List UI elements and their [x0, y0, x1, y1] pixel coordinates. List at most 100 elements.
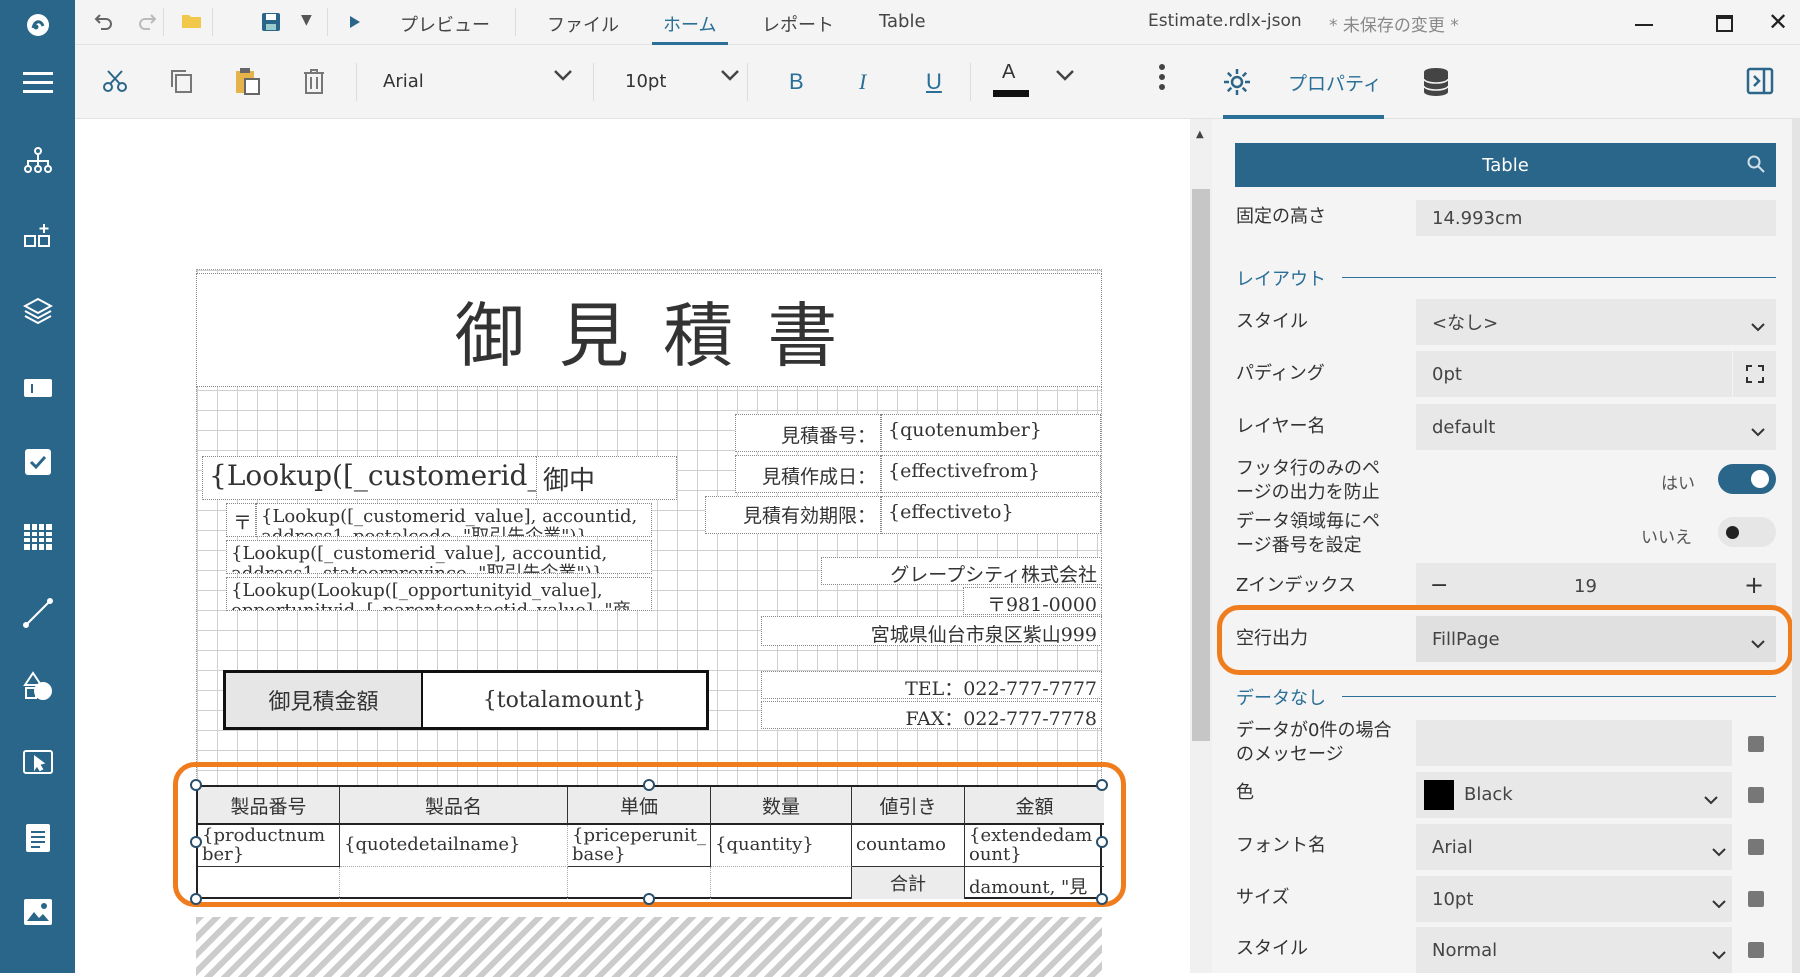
undo-icon[interactable]	[93, 12, 113, 34]
textbox-icon[interactable]	[18, 368, 58, 408]
cut-icon[interactable]	[95, 61, 135, 101]
company-name[interactable]: グレープシティ株式会社	[821, 557, 1102, 585]
line-icon[interactable]	[18, 593, 58, 633]
table-detail-cell[interactable]: {quantity}	[711, 825, 852, 867]
table-header-cell[interactable]: 値引き	[852, 787, 965, 825]
color-select[interactable]: Black	[1416, 772, 1732, 818]
decrement-button[interactable]: −	[1430, 573, 1448, 598]
reset-checkbox[interactable]	[1748, 942, 1764, 958]
table-detail-cell[interactable]: countamo	[852, 825, 965, 867]
quote-number-field[interactable]: {quotenumber}	[881, 414, 1101, 452]
font-color-button[interactable]: A	[1002, 61, 1015, 84]
close-icon[interactable]: ✕	[1768, 8, 1788, 36]
company-postal-code[interactable]: 〒981-0000	[963, 587, 1102, 615]
preview-button[interactable]: プレビュー	[400, 11, 490, 37]
estimate-table[interactable]: 製品番号 製品名 単価 数量 値引き 金額 {productnum ber} {…	[196, 785, 1104, 899]
select-icon[interactable]	[18, 742, 58, 782]
blank-rows-select[interactable]: FillPage	[1416, 616, 1776, 662]
copy-icon[interactable]	[161, 61, 201, 101]
more-icon[interactable]	[1159, 63, 1165, 95]
scrollbar-thumb[interactable]	[1192, 189, 1210, 741]
honorific-label[interactable]: 御中	[536, 456, 677, 500]
table-icon[interactable]	[18, 517, 58, 557]
reset-checkbox[interactable]	[1748, 787, 1764, 803]
properties-scrollbar[interactable]	[1792, 119, 1800, 973]
chevron-down-icon[interactable]	[1712, 894, 1726, 913]
italic-button[interactable]: I	[859, 69, 866, 95]
properties-tab[interactable]: プロパティ	[1288, 69, 1382, 96]
chevron-down-icon[interactable]	[1712, 842, 1726, 861]
valid-until-field[interactable]: {effectiveto}	[881, 496, 1101, 534]
delete-icon[interactable]	[294, 61, 334, 101]
table-detail-cell[interactable]: {priceperunit_ base}	[568, 825, 711, 867]
search-icon[interactable]	[1747, 155, 1765, 177]
company-fax[interactable]: FAX：022-777-7778	[761, 701, 1102, 729]
bold-button[interactable]: B	[789, 69, 804, 95]
zindex-stepper[interactable]: − 19 +	[1416, 563, 1776, 609]
address-state-field[interactable]: {Lookup([_customerid_value], accountid, …	[226, 540, 652, 574]
fixed-height-field[interactable]: 14.993cm	[1416, 200, 1776, 236]
play-icon[interactable]	[349, 14, 361, 33]
chevron-down-icon[interactable]	[1712, 945, 1726, 964]
tab-file[interactable]: ファイル	[547, 11, 619, 37]
canvas-scrollbar[interactable]: ▲	[1190, 119, 1212, 973]
save-icon[interactable]	[261, 12, 281, 36]
paste-icon[interactable]	[227, 61, 267, 101]
resize-handle[interactable]	[190, 893, 202, 905]
address-postalcode-field[interactable]: {Lookup([_customerid_value], accountid, …	[256, 503, 652, 537]
font-name-select[interactable]: Arial	[1416, 824, 1732, 870]
created-date-field[interactable]: {effectivefrom}	[881, 455, 1101, 493]
size-select[interactable]: 10pt	[1416, 876, 1732, 922]
contact-lookup-field[interactable]: {Lookup(Lookup([_opportunityid_value], o…	[226, 577, 652, 611]
increment-button[interactable]: +	[1744, 571, 1764, 599]
page-number-per-region-toggle[interactable]	[1718, 517, 1776, 547]
total-amount-field[interactable]: {totalamount}	[423, 673, 706, 727]
resize-handle[interactable]	[643, 893, 655, 905]
reset-checkbox[interactable]	[1748, 736, 1764, 752]
reset-checkbox[interactable]	[1748, 839, 1764, 855]
table-detail-cell[interactable]: {quotedetailname}	[340, 825, 568, 867]
resize-handle[interactable]	[190, 779, 202, 791]
resize-handle[interactable]	[190, 836, 202, 848]
total-amount-box[interactable]: 御見積金額 {totalamount}	[223, 670, 709, 730]
chevron-down-icon[interactable]	[1055, 67, 1075, 86]
table-footer-cell[interactable]	[711, 867, 852, 899]
customer-name-field[interactable]: {Lookup([_customerid_v	[202, 456, 542, 500]
table-header-cell[interactable]: 製品名	[340, 787, 568, 825]
hierarchy-icon[interactable]	[18, 140, 58, 180]
checkbox-icon[interactable]	[18, 442, 58, 482]
company-address[interactable]: 宮城県仙台市泉区紫山999	[761, 616, 1102, 646]
table-footer-cell[interactable]	[568, 867, 711, 899]
prevent-footer-only-toggle[interactable]	[1718, 464, 1776, 494]
layers-icon[interactable]	[18, 290, 58, 330]
chevron-down-icon[interactable]	[720, 67, 740, 86]
table-footer-total-field[interactable]: damount, "見	[965, 867, 1104, 899]
open-folder-icon[interactable]	[181, 12, 203, 34]
font-style-select[interactable]: Normal	[1416, 927, 1732, 973]
tab-home[interactable]: ホーム	[663, 11, 716, 37]
scroll-up-icon[interactable]: ▲	[1196, 129, 1204, 140]
image-icon[interactable]	[18, 892, 58, 932]
resize-handle[interactable]	[1096, 779, 1108, 791]
resize-handle[interactable]	[1096, 836, 1108, 848]
expand-icon[interactable]	[1732, 351, 1776, 397]
font-name-select[interactable]: Arial	[383, 71, 424, 92]
add-widget-icon[interactable]	[18, 216, 58, 256]
table-detail-cell[interactable]: {extendedam ount}	[965, 825, 1104, 867]
font-size-select[interactable]: 10pt	[625, 71, 666, 92]
maximize-icon[interactable]	[1716, 15, 1733, 32]
chevron-down-icon[interactable]	[1751, 634, 1765, 653]
chevron-down-icon[interactable]	[1704, 790, 1718, 809]
table-footer-cell[interactable]	[340, 867, 568, 899]
table-header-cell[interactable]: 製品番号	[198, 787, 340, 825]
chevron-down-icon[interactable]	[1751, 317, 1765, 336]
no-data-message-field[interactable]	[1416, 720, 1732, 766]
underline-button[interactable]: U	[926, 69, 942, 95]
table-detail-cell[interactable]: {productnum ber}	[198, 825, 340, 867]
chevron-down-icon[interactable]	[1751, 422, 1765, 441]
report-icon[interactable]	[18, 818, 58, 858]
database-icon[interactable]	[1423, 67, 1449, 101]
tab-table[interactable]: Table	[879, 11, 926, 32]
table-footer-total-label[interactable]: 合計	[852, 867, 965, 899]
resize-handle[interactable]	[1096, 893, 1108, 905]
